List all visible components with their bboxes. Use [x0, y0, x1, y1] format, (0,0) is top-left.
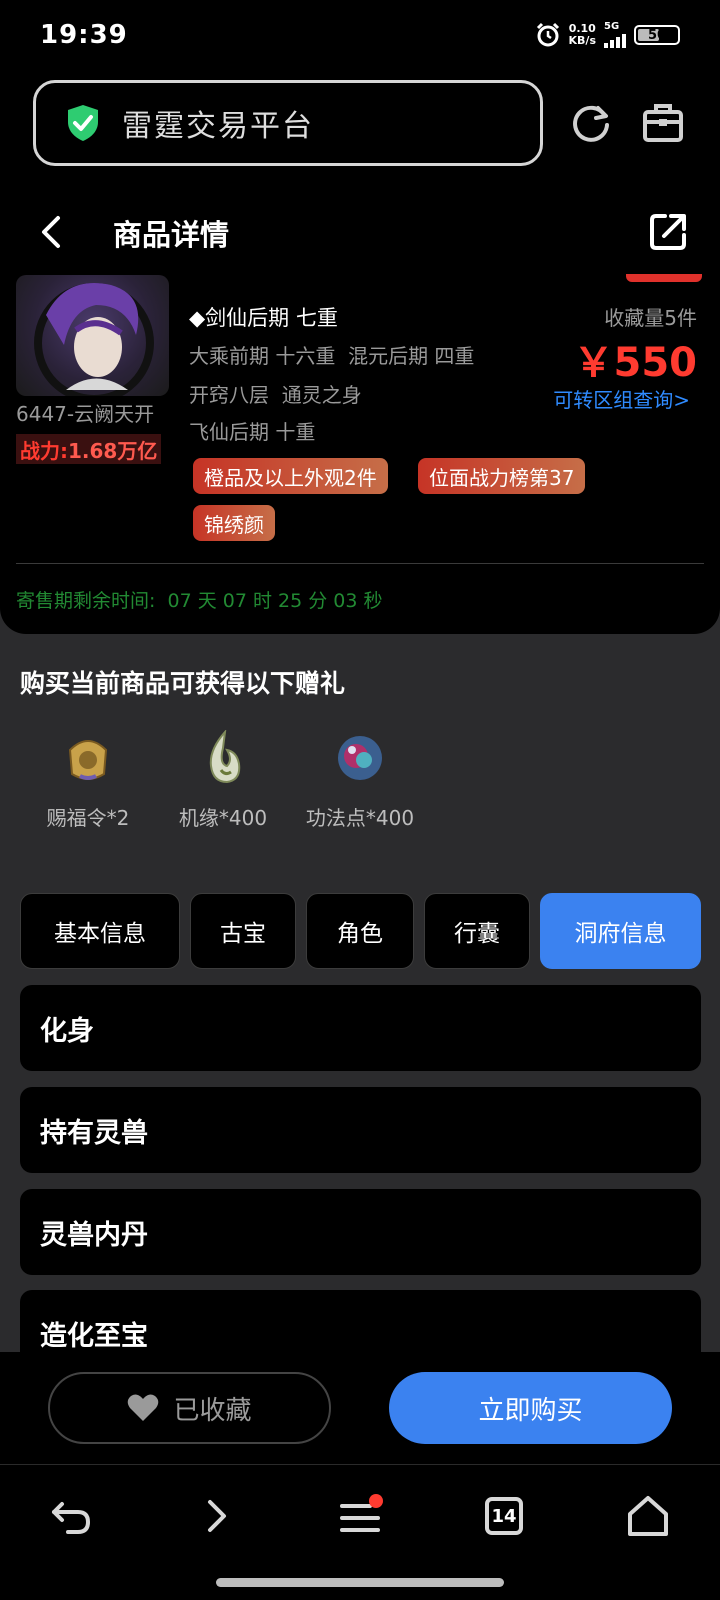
price: ￥550 — [573, 340, 698, 386]
favorite-label: 已收藏 — [173, 1395, 252, 1426]
shield-check-icon — [68, 105, 98, 141]
gift-item: 机缘*400 — [158, 728, 288, 831]
undo-back-icon[interactable] — [48, 1492, 96, 1540]
share-icon[interactable] — [648, 212, 688, 252]
tab-ancient-treasure[interactable]: 古宝 — [190, 893, 296, 969]
network-type: 5G — [604, 21, 620, 32]
cross-server-query-link[interactable]: 可转区组查询> — [553, 384, 690, 413]
spirit-flame-icon — [209, 728, 241, 784]
net-speed: 0.10 KB/s — [569, 23, 596, 47]
section-beast-cores[interactable]: 灵兽内丹 — [20, 1189, 701, 1275]
gift-label: 赐福令*2 — [46, 806, 130, 830]
gifts-title: 购买当前商品可获得以下赠礼 — [20, 669, 346, 698]
forward-arrow-icon[interactable] — [192, 1492, 240, 1540]
token-icon — [68, 740, 108, 780]
tabs-counter-button[interactable]: 14 — [480, 1492, 528, 1540]
feature-tag: 位面战力榜第37 — [418, 458, 586, 494]
alarm-icon — [536, 22, 559, 47]
combat-power: 战力: 1.68万亿 — [16, 434, 162, 464]
tab-character[interactable]: 角色 — [306, 893, 414, 969]
home-icon[interactable] — [624, 1492, 672, 1540]
signal-bars-icon — [604, 32, 626, 48]
favorite-count: 收藏量5件 — [604, 306, 697, 330]
power-value: 1.68万亿 — [68, 438, 158, 463]
gift-label: 功法点*400 — [305, 806, 415, 830]
gift-item: 功法点*400 — [295, 730, 425, 831]
page-title: 商品详情 — [113, 218, 230, 252]
battery-icon: 50 — [634, 25, 680, 45]
menu-icon[interactable] — [336, 1492, 384, 1540]
gift-label: 机缘*400 — [178, 806, 268, 830]
character-avatar — [16, 275, 169, 396]
divider — [16, 563, 704, 564]
favorite-button[interactable]: 已收藏 — [48, 1372, 331, 1444]
orb-icon — [338, 736, 382, 780]
gift-item: 赐福令*2 — [23, 730, 153, 831]
rank-line: 开窍八层 通灵之身 — [189, 383, 362, 407]
active-indicator — [626, 274, 702, 282]
toolbox-icon[interactable] — [640, 100, 686, 146]
tab-cave-info[interactable]: 洞府信息 — [540, 893, 701, 969]
rank-line: ◆剑仙后期 七重 — [189, 306, 338, 330]
server-name: 6447-云阙天开 — [16, 402, 155, 426]
sale-countdown: 寄售期剩余时间: 07 天 07 时 25 分 03 秒 — [16, 590, 383, 612]
signal-indicator: 5G — [604, 22, 626, 48]
feature-tag: 橙品及以上外观2件 — [193, 458, 388, 494]
heart-icon — [128, 1394, 159, 1421]
buy-now-button[interactable]: 立即购买 — [389, 1372, 672, 1444]
section-avatar-clones[interactable]: 化身 — [20, 985, 701, 1071]
section-spirit-beasts[interactable]: 持有灵兽 — [20, 1087, 701, 1173]
feature-tag: 锦绣颜 — [193, 505, 275, 541]
status-icons: 0.10 KB/s 5G 50 — [535, 22, 680, 48]
refresh-icon[interactable] — [568, 100, 614, 146]
battery-level: 50 — [647, 27, 667, 43]
address-bar[interactable]: 雷霆交易平台 — [33, 80, 543, 166]
rank-line: 大乘前期 十六重 混元后期 四重 — [189, 344, 475, 368]
home-indicator[interactable] — [216, 1578, 504, 1587]
net-speed-unit: KB/s — [568, 34, 596, 47]
tab-basic-info[interactable]: 基本信息 — [20, 893, 180, 969]
back-arrow-icon[interactable] — [36, 212, 68, 252]
rank-line: 飞仙后期 十重 — [189, 420, 316, 444]
tab-inventory[interactable]: 行囊 — [424, 893, 530, 969]
power-label: 战力: — [20, 438, 68, 463]
status-time: 19:39 — [40, 20, 128, 50]
tab-count: 14 — [491, 1505, 517, 1527]
site-title: 雷霆交易平台 — [122, 109, 314, 144]
